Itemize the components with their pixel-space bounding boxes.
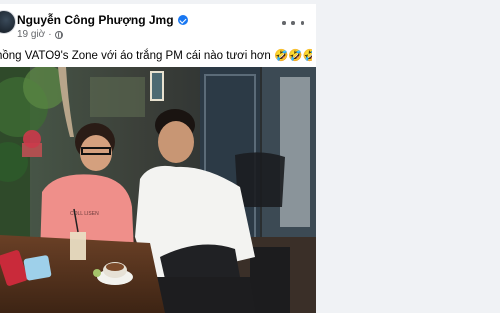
post-timestamp[interactable]: 19 giờ: [17, 29, 45, 40]
globe-icon[interactable]: [54, 30, 63, 39]
more-options-button[interactable]: [282, 16, 304, 30]
post-photo[interactable]: COLL LISEN: [0, 67, 316, 313]
author-row: Nguyễn Công Phượng Jmg: [17, 12, 188, 28]
post-header: Nguyễn Công Phượng Jmg 19 giờ ·: [0, 4, 316, 44]
more-dot-icon: [282, 21, 286, 25]
photo-illustration: COLL LISEN: [0, 67, 316, 313]
post-meta: 19 giờ ·: [17, 29, 63, 40]
author-name[interactable]: Nguyễn Công Phượng Jmg: [17, 13, 174, 27]
verified-badge-icon: [177, 15, 188, 25]
more-dot-icon: [300, 21, 304, 25]
meta-separator: ·: [48, 29, 52, 40]
more-dot-icon: [291, 21, 295, 25]
author-avatar[interactable]: [0, 10, 16, 34]
post-card: Nguyễn Công Phượng Jmg 19 giờ · hồng VAT…: [0, 4, 316, 313]
post-caption: hồng VATO9's Zone với áo trắng PM cái nà…: [0, 50, 312, 62]
